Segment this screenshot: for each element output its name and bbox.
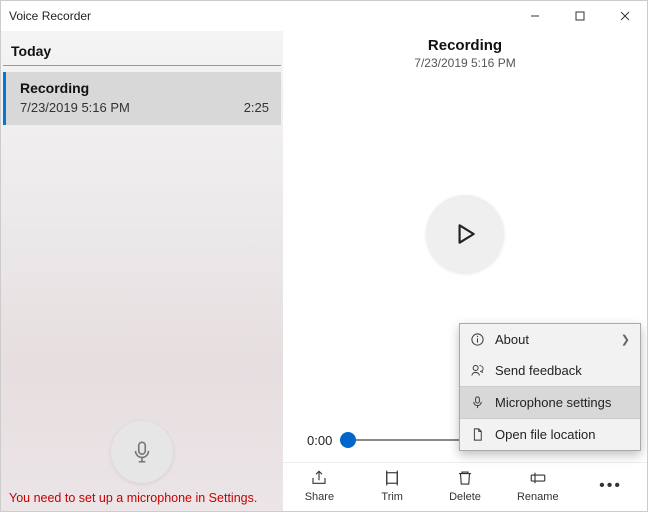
recordings-sidebar: Today Recording 7/23/2019 5:16 PM 2:25 Y… (1, 31, 283, 511)
microphone-icon (470, 395, 485, 410)
info-icon (470, 332, 485, 347)
main: Today Recording 7/23/2019 5:16 PM 2:25 Y… (1, 31, 647, 511)
mic-warning: You need to set up a microphone in Setti… (5, 489, 279, 507)
recording-duration: 2:25 (244, 100, 269, 115)
window-controls (512, 1, 647, 31)
share-label: Share (305, 491, 334, 503)
detail-timestamp: 7/23/2019 5:16 PM (283, 56, 647, 70)
slider-thumb[interactable] (340, 432, 356, 448)
menu-microphone-settings[interactable]: Microphone settings (460, 387, 640, 418)
menu-feedback-label: Send feedback (495, 363, 582, 378)
record-button[interactable] (111, 421, 173, 483)
rename-button[interactable]: Rename (508, 469, 568, 503)
menu-mic-label: Microphone settings (495, 395, 611, 410)
rename-label: Rename (517, 491, 559, 503)
app-window: Voice Recorder Today Recording 7/23/2019… (0, 0, 648, 512)
section-today: Today (3, 31, 281, 66)
play-button[interactable] (426, 195, 504, 273)
feedback-icon (470, 363, 485, 378)
minimize-button[interactable] (512, 1, 557, 31)
app-title: Voice Recorder (9, 9, 91, 23)
titlebar: Voice Recorder (1, 1, 647, 31)
delete-button[interactable]: Delete (435, 469, 495, 503)
share-icon (310, 469, 328, 487)
detail-header: Recording 7/23/2019 5:16 PM (283, 31, 647, 70)
trim-label: Trim (381, 491, 403, 503)
maximize-button[interactable] (557, 1, 602, 31)
recording-timestamp: 7/23/2019 5:16 PM (20, 100, 130, 115)
more-menu: About ❯ Send feedback Microphone setting… (459, 323, 641, 451)
rename-icon (529, 469, 547, 487)
recording-name: Recording (20, 80, 269, 96)
trim-icon (383, 469, 401, 487)
menu-feedback[interactable]: Send feedback (460, 355, 640, 386)
detail-pane: Recording 7/23/2019 5:16 PM 0:00 (283, 31, 647, 511)
menu-open-label: Open file location (495, 427, 595, 442)
more-icon: ••• (599, 477, 622, 495)
trim-button[interactable]: Trim (362, 469, 422, 503)
close-button[interactable] (602, 1, 647, 31)
recording-item[interactable]: Recording 7/23/2019 5:16 PM 2:25 (3, 72, 281, 125)
delete-label: Delete (449, 491, 481, 503)
action-toolbar: Share Trim Delete Rename ••• (283, 462, 647, 511)
chevron-right-icon: ❯ (621, 333, 630, 346)
menu-about[interactable]: About ❯ (460, 324, 640, 355)
playback-position: 0:00 (307, 433, 332, 448)
more-button[interactable]: ••• (581, 469, 641, 503)
microphone-icon (129, 439, 155, 465)
play-icon (452, 221, 478, 247)
detail-title: Recording (283, 37, 647, 54)
menu-open-file-location[interactable]: Open file location (460, 419, 640, 450)
share-button[interactable]: Share (289, 469, 349, 503)
file-icon (470, 427, 485, 442)
trash-icon (456, 469, 474, 487)
menu-about-label: About (495, 332, 529, 347)
